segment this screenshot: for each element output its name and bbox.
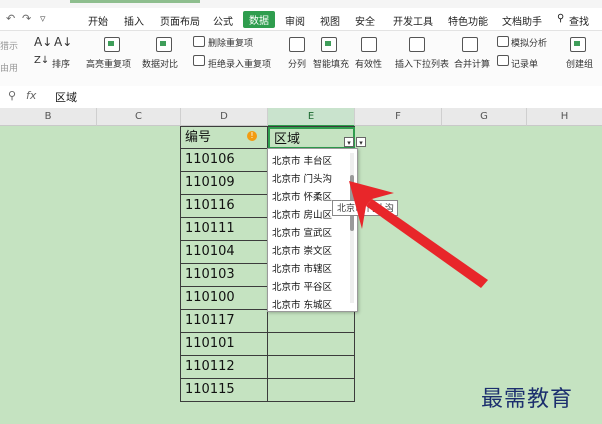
watermark-logo: 最需教育 [481,387,574,412]
red-arrow-annotation [349,181,488,288]
